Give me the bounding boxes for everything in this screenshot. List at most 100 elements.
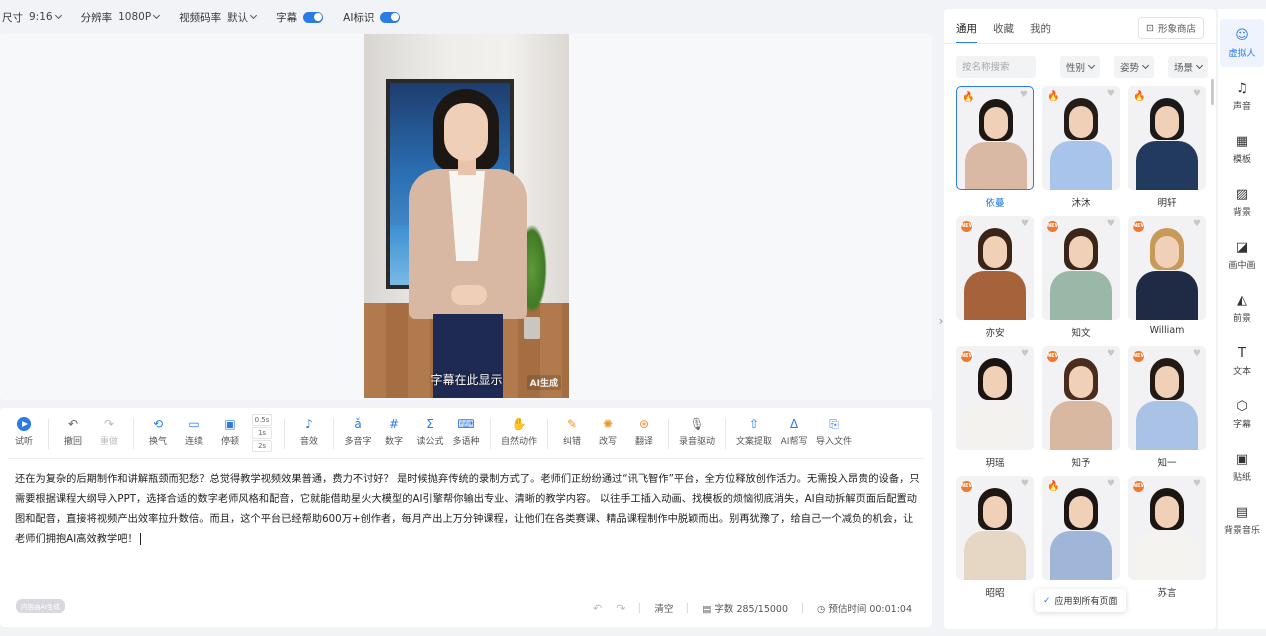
virtual-presenter[interactable]: [409, 89, 527, 398]
heart-icon[interactable]: ♥: [1107, 349, 1115, 359]
size-value: 9:16: [29, 11, 53, 23]
footer-redo-icon[interactable]: ↷: [616, 602, 625, 615]
ai-mark-label: AI标识: [343, 11, 375, 24]
heart-icon[interactable]: ♥: [1193, 89, 1201, 99]
heart-icon[interactable]: ♥: [1193, 479, 1201, 489]
sidenav-item-template[interactable]: ▦ 模板: [1220, 125, 1264, 173]
polyphone-icon: ǎ: [354, 417, 362, 431]
new-badge-icon: NEW: [961, 481, 974, 492]
avatar-name: 苏言: [1157, 588, 1177, 599]
heart-icon[interactable]: ♥: [1020, 90, 1028, 100]
sidenav-item-foreground[interactable]: ◭ 前景: [1220, 284, 1264, 332]
chevron-down-icon: [54, 11, 62, 20]
formula-icon: Σ: [426, 417, 434, 431]
avatar-name: 昭昭: [985, 588, 1005, 599]
sidenav-item-pip[interactable]: ◪ 画中画: [1220, 231, 1264, 279]
sidenav-label: 画中画: [1228, 261, 1256, 271]
avatar-shop-button[interactable]: ⊡ 形象商店: [1138, 17, 1204, 39]
avatar-thumbnail: 🔥 ♥: [1042, 476, 1120, 580]
undo-button[interactable]: ↶ 撤回: [59, 417, 87, 447]
extract-button[interactable]: ⇧ 文案提取: [736, 417, 772, 447]
pose-filter[interactable]: 姿势: [1114, 56, 1155, 78]
panel-scrollbar[interactable]: [1211, 79, 1214, 105]
script-text-area[interactable]: 还在为复杂的后期制作和讲解瓶颈而犯愁？总觉得教学视频效果普通，费力不讨好？ 是时…: [15, 470, 920, 550]
tab-mine[interactable]: 我的: [1030, 21, 1051, 36]
avatar-card[interactable]: NEW ♥ 昭昭: [956, 476, 1034, 599]
gender-filter[interactable]: 性别: [1060, 56, 1101, 78]
breath-icon: ⟲: [152, 417, 164, 431]
hot-fire-icon: 🔥: [962, 92, 975, 103]
natural-action-button[interactable]: ✋ 自然动作: [501, 417, 537, 447]
sidenav-item-sticker[interactable]: ▣ 贴纸: [1220, 443, 1264, 491]
sidenav-item-bgm[interactable]: ▤ 背景音乐: [1220, 496, 1264, 544]
avatar-card[interactable]: 🔥 ♥ 依蔓: [956, 86, 1034, 209]
heart-icon[interactable]: ♥: [1021, 479, 1029, 489]
correct-button[interactable]: ✎ 纠错: [558, 417, 586, 447]
ai-mark-toggle[interactable]: [380, 11, 401, 23]
heart-icon[interactable]: ♥: [1193, 219, 1201, 229]
ai-write-button[interactable]: Δ AI帮写: [780, 417, 808, 447]
clear-button[interactable]: 清空: [654, 601, 673, 615]
multilang-button[interactable]: ⌨ 多语种: [452, 417, 480, 447]
resolution-select[interactable]: 分辨率 1080P: [81, 10, 161, 25]
avatar-card[interactable]: 🔥 ♥: [1042, 476, 1120, 585]
sidenav-item-music[interactable]: ♫ 声音: [1220, 72, 1264, 120]
redo-button[interactable]: ↷ 重做: [95, 417, 123, 447]
tab-favorites[interactable]: 收藏: [993, 21, 1014, 36]
video-canvas[interactable]: 字幕在此显示 AI生成: [364, 34, 569, 398]
word-count: ▤ 字数 285/15000: [702, 604, 788, 615]
rewrite-button[interactable]: ✺ 改写: [594, 417, 622, 447]
polyphone-button[interactable]: ǎ 多音字: [344, 417, 372, 447]
sidenav-item-subtitle[interactable]: ⬡ 字幕: [1220, 390, 1264, 438]
sidenav-label: 背景: [1232, 208, 1251, 218]
sound-effect-button[interactable]: ♪ 音效: [295, 417, 323, 447]
pause-option-2s[interactable]: 2s: [252, 440, 272, 452]
size-select[interactable]: 尺寸 9:16: [2, 10, 62, 25]
breath-button[interactable]: ⟲ 换气: [144, 417, 172, 447]
sidenav-label: 文本: [1232, 367, 1251, 377]
subtitle-toggle[interactable]: [303, 11, 324, 23]
heart-icon[interactable]: ♥: [1021, 219, 1029, 229]
avatar-card[interactable]: NEW ♥ 知一: [1128, 346, 1206, 469]
heart-icon[interactable]: ♥: [1107, 479, 1115, 489]
bitrate-select[interactable]: 视频码率 默认: [179, 10, 258, 25]
pause-button[interactable]: ▣ 停顿: [216, 417, 244, 447]
avatar-card[interactable]: NEW ♥ 苏言: [1128, 476, 1206, 599]
import-file-button[interactable]: ⎘ 导入文件: [816, 417, 852, 447]
pause-duration-options: 0.5s 1s 2s: [252, 414, 272, 452]
sidenav-item-background[interactable]: ▨ 背景: [1220, 178, 1264, 226]
audition-button[interactable]: 试听: [10, 417, 38, 447]
avatar-card[interactable]: NEW ♥ 知予: [1042, 346, 1120, 469]
pause-option-0.5s[interactable]: 0.5s: [252, 414, 272, 426]
scene-filter[interactable]: 场景: [1168, 56, 1209, 78]
play-icon: [17, 417, 31, 431]
avatar-name: 依蔓: [985, 198, 1005, 209]
heart-icon[interactable]: ♥: [1021, 349, 1029, 359]
record-drive-button[interactable]: 🎙 录音驱动: [679, 417, 715, 447]
sidenav-item-avatar[interactable]: ☺ 虚拟人: [1220, 19, 1264, 67]
avatar-card[interactable]: NEW ♥ 亦安: [956, 216, 1034, 339]
tab-general[interactable]: 通用: [956, 21, 977, 44]
number-button[interactable]: # 数字: [380, 417, 408, 447]
avatar-search-input[interactable]: [956, 56, 1036, 78]
pause-option-1s[interactable]: 1s: [252, 427, 272, 439]
avatar-card[interactable]: NEW ♥ William: [1128, 216, 1206, 336]
sidenav-item-text[interactable]: T 文本: [1220, 337, 1264, 385]
continuous-button[interactable]: ▭ 连续: [180, 417, 208, 447]
formula-button[interactable]: Σ 读公式: [416, 417, 444, 447]
heart-icon[interactable]: ♥: [1193, 349, 1201, 359]
heart-icon[interactable]: ♥: [1107, 219, 1115, 229]
avatar-card[interactable]: NEW ♥ 玥瑶: [956, 346, 1034, 469]
footer-undo-icon[interactable]: ↶: [593, 602, 602, 615]
document-icon: ▤: [702, 604, 715, 615]
video-preview-area: 字幕在此显示 AI生成: [0, 34, 932, 400]
heart-icon[interactable]: ♥: [1107, 89, 1115, 99]
undo-icon: ↶: [67, 417, 79, 431]
apply-all-pages-button[interactable]: ✓ 应用到所有页面: [1035, 589, 1126, 612]
correct-icon: ✎: [566, 417, 578, 431]
avatar-card[interactable]: 🔥 ♥ 沐沐: [1042, 86, 1120, 209]
translate-button[interactable]: ⊛ 翻译: [630, 417, 658, 447]
avatar-card[interactable]: 🔥 ♥ 明轩: [1128, 86, 1206, 209]
avatar-card[interactable]: NEW ♥ 知文: [1042, 216, 1120, 339]
hot-fire-icon: 🔥: [1047, 91, 1060, 102]
